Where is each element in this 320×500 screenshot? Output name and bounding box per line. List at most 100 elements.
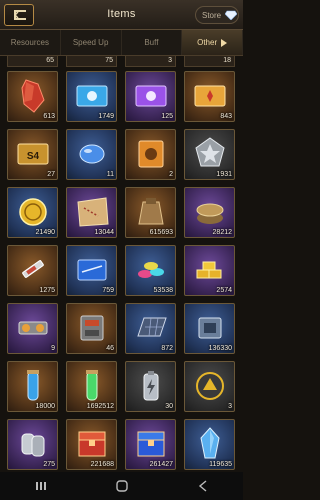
diamond-icon bbox=[225, 10, 238, 20]
item-cell[interactable]: 615693 bbox=[125, 187, 176, 238]
gold-coin-icon bbox=[19, 198, 47, 226]
item-cell[interactable]: 872 bbox=[125, 303, 176, 354]
item-cell[interactable]: 759 bbox=[66, 245, 117, 296]
item-count: 1749 bbox=[98, 113, 114, 120]
item-count: 275 bbox=[43, 461, 55, 468]
tab-other-label: Other bbox=[197, 38, 218, 47]
item-cell[interactable]: 30 bbox=[125, 361, 176, 412]
solar-panel-icon bbox=[137, 317, 167, 337]
item-count: 2574 bbox=[216, 287, 232, 294]
item-count: 27 bbox=[47, 171, 55, 178]
green-vial-icon bbox=[86, 370, 98, 401]
treasure-map-icon bbox=[77, 197, 109, 227]
top-bar: Items Store bbox=[0, 0, 243, 30]
store-button[interactable]: Store bbox=[195, 6, 239, 24]
item-count: 1931 bbox=[216, 171, 232, 178]
recent-apps-icon[interactable] bbox=[31, 476, 51, 496]
item-count: 1275 bbox=[39, 287, 55, 294]
tab-other[interactable]: Other bbox=[182, 30, 243, 55]
item-cell[interactable]: 1931 bbox=[184, 129, 235, 180]
item-count: 261427 bbox=[149, 461, 173, 468]
partial-count: 3 bbox=[125, 56, 176, 67]
item-cell[interactable]: 221688 bbox=[66, 419, 117, 470]
blue-ticket-icon bbox=[76, 85, 108, 107]
battery-icon bbox=[143, 371, 159, 401]
item-count: 18000 bbox=[35, 403, 55, 410]
syringe-icon bbox=[22, 260, 44, 278]
blue-capsule-icon bbox=[79, 144, 105, 164]
gold-ticket-icon bbox=[194, 85, 226, 107]
mechanical-part-icon bbox=[18, 321, 48, 335]
colored-chips-icon bbox=[138, 262, 164, 278]
tab-arrow-icon bbox=[221, 38, 228, 47]
item-cell[interactable]: 28212 bbox=[184, 187, 235, 238]
item-count: 759 bbox=[102, 287, 114, 294]
item-cell[interactable]: 18000 bbox=[7, 361, 58, 412]
partial-count: 65 bbox=[7, 56, 58, 67]
item-cell[interactable]: 1692512 bbox=[66, 361, 117, 412]
item-count: 28212 bbox=[212, 229, 232, 236]
svg-text:S4: S4 bbox=[27, 151, 40, 162]
item-cell[interactable]: 261427 bbox=[125, 419, 176, 470]
silver-star-badge-icon bbox=[195, 137, 225, 167]
category-tabs: Resources Speed Up Buff Other bbox=[0, 30, 243, 56]
item-cell[interactable]: 1749 bbox=[66, 71, 117, 122]
item-count: 46 bbox=[106, 345, 114, 352]
item-count: 221688 bbox=[90, 461, 114, 468]
item-cell[interactable]: 11 bbox=[66, 129, 117, 180]
item-cell[interactable]: 9 bbox=[7, 303, 58, 354]
gold-emblem-icon bbox=[196, 372, 224, 400]
red-chest-icon bbox=[78, 431, 106, 457]
item-cell[interactable]: 1275 bbox=[7, 245, 58, 296]
item-count: 53538 bbox=[153, 287, 173, 294]
item-cell[interactable]: 119635 bbox=[184, 419, 235, 470]
purple-ticket-icon bbox=[135, 85, 167, 107]
item-count: 613 bbox=[43, 113, 55, 120]
tab-resources[interactable]: Resources bbox=[0, 30, 61, 55]
item-count: 119635 bbox=[209, 461, 232, 468]
engine-part-icon bbox=[80, 315, 104, 341]
item-count: 13044 bbox=[94, 229, 114, 236]
item-count: 2 bbox=[169, 171, 173, 178]
item-cell[interactable]: 21490 bbox=[7, 187, 58, 238]
item-cell[interactable]: S4 27 bbox=[7, 129, 58, 180]
item-count: 136330 bbox=[208, 345, 232, 352]
item-cell[interactable]: 613 bbox=[7, 71, 58, 122]
orange-card-icon bbox=[138, 140, 164, 168]
item-count: 843 bbox=[220, 113, 232, 120]
item-count: 1692512 bbox=[86, 403, 114, 410]
item-count: 21490 bbox=[35, 229, 55, 236]
computer-chip-icon bbox=[198, 317, 222, 339]
partial-item-row: 65 75 3 18 bbox=[0, 56, 243, 68]
supply-sack-icon bbox=[138, 198, 164, 225]
item-cell[interactable]: 46 bbox=[66, 303, 117, 354]
item-count: 872 bbox=[161, 345, 173, 352]
blue-crystal-icon bbox=[200, 427, 220, 459]
home-icon[interactable] bbox=[112, 476, 132, 496]
system-navigation-bar bbox=[0, 472, 243, 500]
tin-can-icon bbox=[196, 203, 224, 224]
item-cell[interactable]: 125 bbox=[125, 71, 176, 122]
item-count: 615693 bbox=[149, 229, 173, 236]
blue-vial-icon bbox=[27, 370, 39, 401]
store-label: Store bbox=[202, 10, 222, 20]
gold-bars-icon bbox=[196, 261, 222, 279]
blue-blueprint-icon bbox=[77, 259, 107, 281]
item-cell[interactable]: 136330 bbox=[184, 303, 235, 354]
item-cell[interactable]: 53538 bbox=[125, 245, 176, 296]
item-count: 3 bbox=[228, 403, 232, 410]
item-count: 125 bbox=[161, 113, 173, 120]
partial-count: 75 bbox=[66, 56, 117, 67]
item-cell[interactable]: 2574 bbox=[184, 245, 235, 296]
item-cell[interactable]: 275 bbox=[7, 419, 58, 470]
item-cell[interactable]: 3 bbox=[184, 361, 235, 412]
item-count: 9 bbox=[51, 345, 55, 352]
tab-buff[interactable]: Buff bbox=[122, 30, 183, 55]
dog-tags-icon bbox=[21, 433, 45, 457]
item-cell[interactable]: 13044 bbox=[66, 187, 117, 238]
tab-speed-up[interactable]: Speed Up bbox=[61, 30, 122, 55]
back-icon[interactable] bbox=[193, 476, 213, 496]
item-cell[interactable]: 2 bbox=[125, 129, 176, 180]
partial-count: 18 bbox=[184, 56, 235, 67]
item-cell[interactable]: 843 bbox=[184, 71, 235, 122]
